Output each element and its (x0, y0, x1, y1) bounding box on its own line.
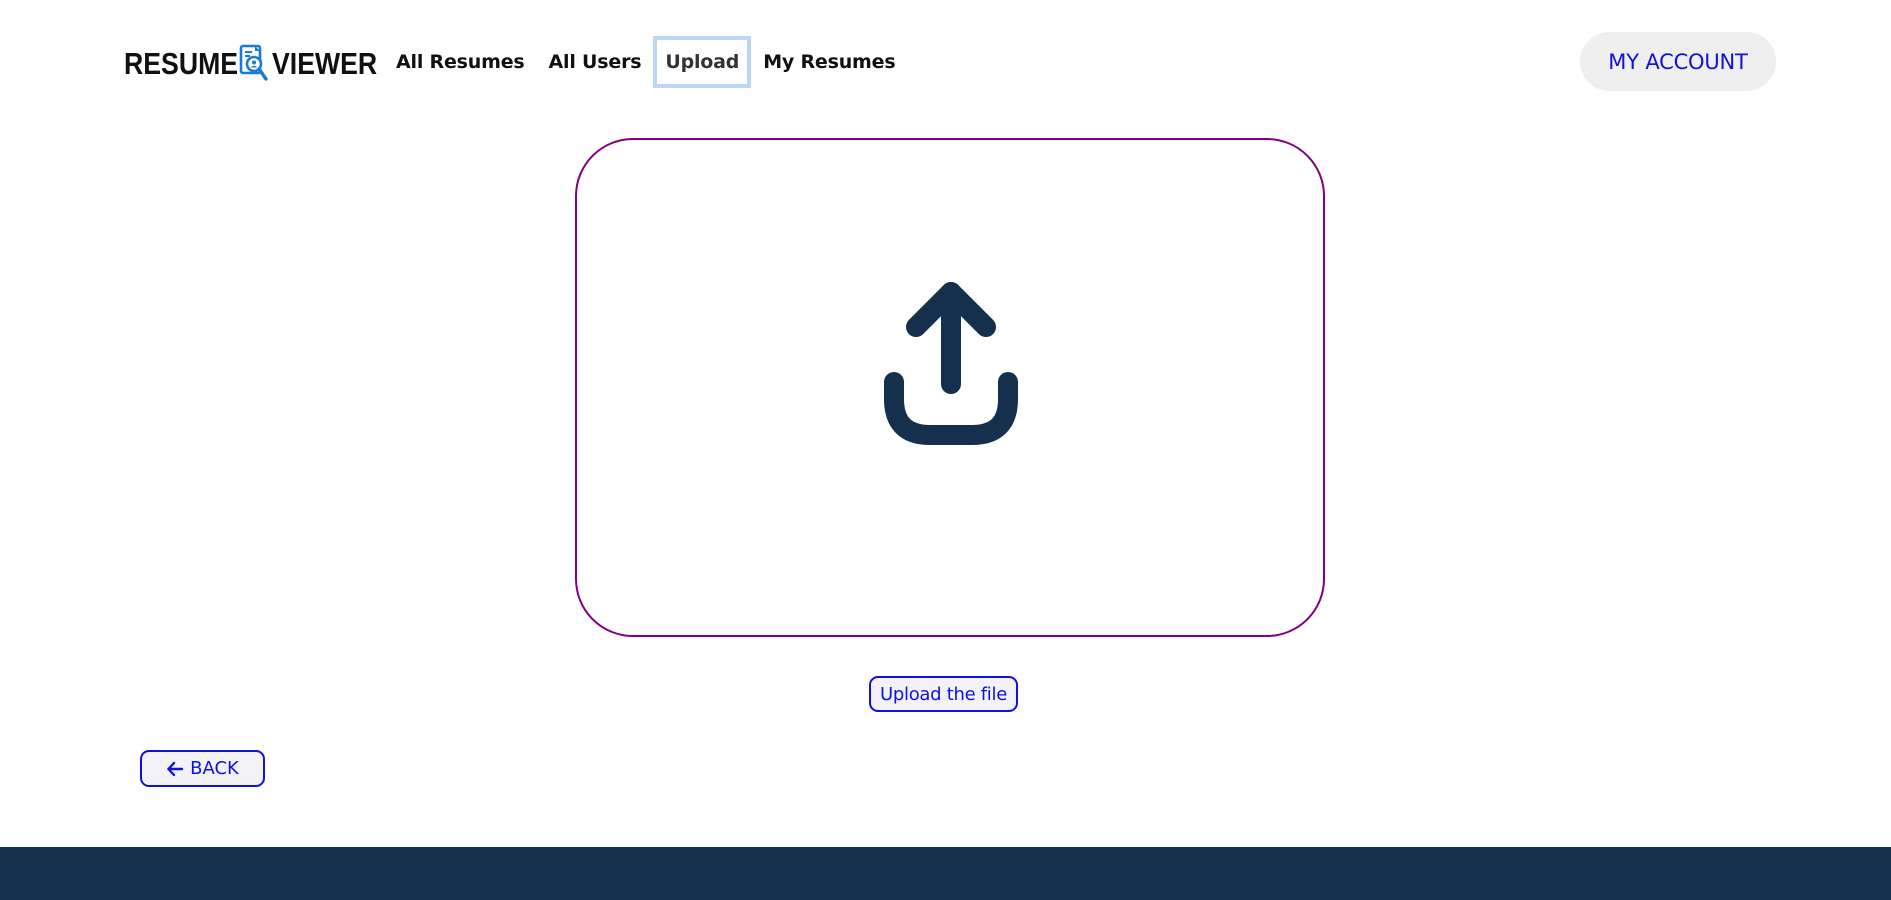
upload-file-button[interactable]: Upload the file (869, 676, 1018, 712)
arrow-left-icon (167, 761, 184, 776)
nav-link-upload[interactable]: Upload (653, 36, 752, 88)
nav-link-my-resumes[interactable]: My Resumes (751, 36, 907, 88)
nav-link-all-resumes[interactable]: All Resumes (384, 36, 537, 88)
my-account-button[interactable]: MY ACCOUNT (1580, 32, 1776, 91)
logo-word-resume: RESUME (124, 45, 239, 81)
document-magnifier-icon (239, 44, 268, 81)
file-dropzone[interactable] (575, 138, 1325, 637)
back-button-label: BACK (190, 758, 239, 779)
logo-word-viewer: VIEWER (272, 45, 378, 81)
site-footer (0, 847, 1891, 900)
upload-icon (884, 282, 1018, 445)
back-button[interactable]: BACK (140, 750, 265, 787)
nav-link-all-users[interactable]: All Users (537, 36, 654, 88)
main-nav: All Resumes All Users Upload My Resumes (384, 33, 907, 91)
site-logo[interactable]: RESUME VIEWER (124, 43, 384, 83)
site-header: RESUME VIEWER All Resumes All Users Uplo… (0, 0, 1891, 124)
